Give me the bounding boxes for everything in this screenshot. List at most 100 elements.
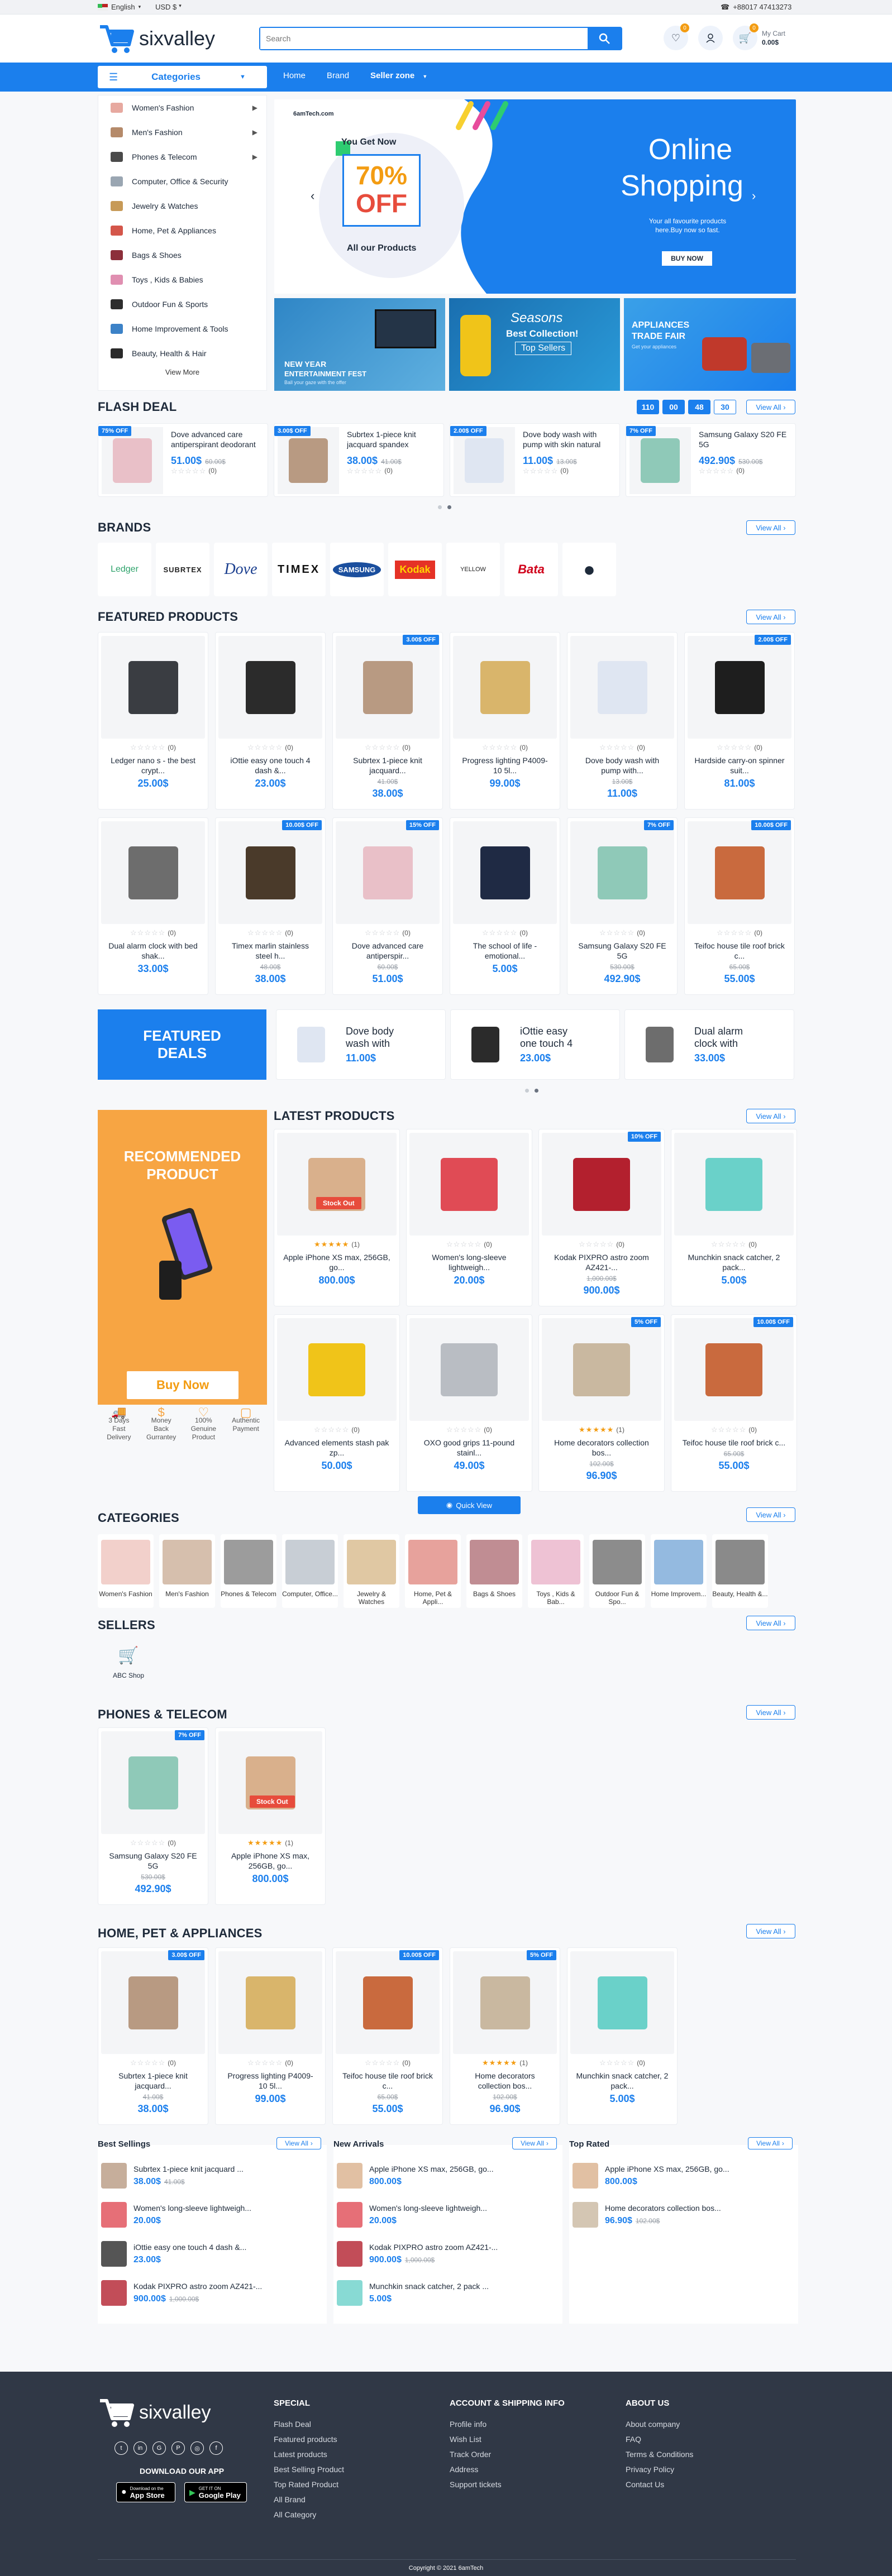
list-item[interactable]: Home decorators collection bos... 96.90$ 1… (569, 2195, 798, 2234)
list-item[interactable]: Apple iPhone XS max, 256GB, go... 800.00$ (333, 2156, 562, 2195)
featured-deal-card[interactable]: Dove body wash with 11.00$ (276, 1009, 446, 1080)
flash-deal-card[interactable]: 7% OFF Samsung Galaxy S20 FE 5G 492.90$ 530… (626, 423, 796, 497)
flash-deal-card[interactable]: 75% OFF Dove advanced care antiperspirant… (98, 423, 268, 497)
product-card[interactable]: 3.00$ OFF ☆☆☆☆☆ (0) Subrtex 1-piece knit ja… (98, 1947, 208, 2125)
footer-link[interactable]: Support tickets (450, 2477, 565, 2492)
brand-logo[interactable]: TIMEX (272, 543, 326, 596)
language-selector[interactable]: English ▾ (98, 3, 141, 11)
sidebar-category-item[interactable]: Jewelry & Watches (98, 194, 266, 218)
product-card[interactable]: 2.00$ OFF ☆☆☆☆☆ (0) Hardside carry-on spinn… (684, 632, 795, 810)
product-name[interactable]: Samsung Galaxy S20 FE 5G (106, 1851, 200, 1871)
product-card[interactable]: ☆☆☆☆☆ (0) iOttie easy one touch 4 dash &..… (215, 632, 326, 810)
list-item[interactable]: Munchkin snack catcher, 2 pack ... 5.00$ (333, 2273, 562, 2312)
product-name[interactable]: Teifoc house tile roof brick c... (679, 1438, 789, 1448)
footer-link[interactable]: Profile info (450, 2417, 565, 2432)
sidebar-category-item[interactable]: Bags & Shoes (98, 243, 266, 267)
product-card[interactable]: 7% OFF ☆☆☆☆☆ (0) Samsung Galaxy S20 FE 5G 53… (567, 817, 678, 995)
product-card[interactable]: 10% OFF ☆☆☆☆☆ (0) Kodak PIXPRO astro zoom A… (538, 1129, 665, 1306)
latest-view-all[interactable]: View All › (746, 1109, 795, 1123)
pinterest-icon[interactable]: P (171, 2441, 185, 2455)
product-card[interactable]: ☆☆☆☆☆ (0) Women's long-sleeve lightweigh..… (406, 1129, 532, 1306)
product-name[interactable]: Progress lighting P4009-10 5l... (458, 755, 552, 775)
product-name[interactable]: Home decorators collection bos... (547, 1438, 656, 1458)
category-tile[interactable]: Beauty, Health &... (712, 1534, 768, 1608)
product-name[interactable]: The school of life - emotional... (458, 941, 552, 961)
cart-button[interactable]: 🛒 0 My Cart 0.00$ (733, 23, 785, 50)
footer-link[interactable]: FAQ (626, 2432, 693, 2447)
brand-logo[interactable]: YELLOW (446, 543, 500, 596)
sidebar-category-item[interactable]: Men's Fashion ▶ (98, 120, 266, 145)
sidebar-category-item[interactable]: Beauty, Health & Hair (98, 341, 266, 366)
app-store-button[interactable]: ● Download on the App Store (116, 2482, 175, 2502)
product-card[interactable]: ☆☆☆☆☆ (0) Dual alarm clock with bed shak..… (98, 817, 208, 995)
list-item[interactable]: iOttie easy one touch 4 dash &... 23.00$ (98, 2234, 327, 2273)
footer-link[interactable]: Featured products (274, 2432, 344, 2447)
product-name[interactable]: Timex marlin stainless steel h... (223, 941, 317, 961)
pagination-dot-active[interactable] (535, 1089, 538, 1093)
banner-appliances[interactable]: APPLIANCES TRADE FAIR Get your appliance… (624, 298, 796, 391)
sidebar-category-item[interactable]: Toys , Kids & Babies (98, 267, 266, 292)
footer-link[interactable]: Terms & Conditions (626, 2447, 693, 2462)
product-card[interactable]: 3.00$ OFF ☆☆☆☆☆ (0) Subrtex 1-piece knit ja… (332, 632, 443, 810)
brand-logo[interactable]: Kodak (388, 543, 442, 596)
footer-link[interactable]: Wish List (450, 2432, 565, 2447)
product-name[interactable]: Munchkin snack catcher, 2 pack... (679, 1252, 789, 1272)
list-item[interactable]: Women's long-sleeve lightweigh... 20.00$ (98, 2195, 327, 2234)
product-name[interactable]: Ledger nano s - the best crypt... (106, 755, 200, 775)
categories-dropdown[interactable]: ☰ Categories ▼ (98, 66, 267, 88)
product-name[interactable]: Kodak PIXPRO astro zoom AZ421-... (547, 1252, 656, 1272)
linkedin-icon[interactable]: in (133, 2441, 147, 2455)
twitter-icon[interactable]: t (115, 2441, 128, 2455)
product-name[interactable]: Apple iPhone XS max, 256GB, go... (282, 1252, 392, 1272)
banner-entertainment[interactable]: NEW YEAR ENTERTAINMENT FEST Ball your ga… (274, 298, 445, 391)
product-name[interactable]: Subrtex 1-piece knit jacquard... (106, 2071, 200, 2091)
product-name[interactable]: Dove body wash with pump with skin natur… (523, 429, 614, 449)
footer-link[interactable]: All Brand (274, 2492, 344, 2507)
brand-logo[interactable]: Bata (504, 543, 558, 596)
product-card[interactable]: 10.00$ OFF ☆☆☆☆☆ (0) Teifoc house tile roof… (684, 817, 795, 995)
product-card[interactable]: ☆☆☆☆☆ (0) Advanced elements stash pak zp..… (274, 1314, 400, 1492)
sidebar-category-item[interactable]: Home, Pet & Appliances (98, 218, 266, 243)
footer-link[interactable]: Best Selling Product (274, 2462, 344, 2477)
product-name[interactable]: Samsung Galaxy S20 FE 5G (575, 941, 669, 961)
home-pet-view-all[interactable]: View All › (746, 1924, 795, 1938)
list-item[interactable]: Subrtex 1-piece knit jacquard ... 38.00$ 4… (98, 2156, 327, 2195)
flash-deal-card[interactable]: 3.00$ OFF Subrtex 1-piece knit jacquard s… (274, 423, 444, 497)
product-name[interactable]: Dual alarm clock with bed shak... (106, 941, 200, 961)
logo[interactable]: sixvalley (98, 22, 215, 55)
product-name[interactable]: iOttie easy one touch 4 dash &... (223, 755, 317, 775)
facebook-icon[interactable]: f (209, 2441, 223, 2455)
product-card[interactable]: ☆☆☆☆☆ (0) Munchkin snack catcher, 2 pack..… (671, 1129, 797, 1306)
list-item[interactable]: Apple iPhone XS max, 256GB, go... 800.00$ (569, 2156, 798, 2195)
banner-seasons[interactable]: Seasons Best Collection! Top Sellers (449, 298, 620, 391)
product-name[interactable]: Apple iPhone XS max, 256GB, go... (223, 1851, 317, 1871)
product-name[interactable]: Hardside carry-on spinner suit... (693, 755, 786, 775)
list-item[interactable]: Kodak PIXPRO astro zoom AZ421-... 900.00$… (333, 2234, 562, 2273)
product-card[interactable]: 5% OFF ★★★★★ (1) Home decorators collection… (450, 1947, 560, 2125)
google-play-button[interactable]: ▶ GET IT ON Google Play (184, 2482, 247, 2502)
category-tile[interactable]: Phones & Telecom (221, 1534, 276, 1608)
nav-brand[interactable]: Brand (327, 71, 349, 80)
footer-link[interactable]: Flash Deal (274, 2417, 344, 2432)
product-card[interactable]: Stock Out ★★★★★ (1) Apple iPhone XS max, 25… (274, 1129, 400, 1306)
brand-logo[interactable]: SUBRTEX (156, 543, 209, 596)
footer-link[interactable]: Privacy Policy (626, 2462, 693, 2477)
product-card[interactable]: ☆☆☆☆☆ (0) The school of life - emotional..… (450, 817, 560, 995)
product-card[interactable]: 7% OFF ☆☆☆☆☆ (0) Samsung Galaxy S20 FE 5G 53… (98, 1727, 208, 1905)
category-tile[interactable]: Men's Fashion (159, 1534, 215, 1608)
brands-view-all[interactable]: View All › (746, 520, 795, 535)
slider-next-icon[interactable]: › (752, 189, 756, 203)
footer-link[interactable]: Track Order (450, 2447, 565, 2462)
quick-view-button[interactable]: ◉ Quick View (418, 1496, 521, 1514)
product-name[interactable]: Samsung Galaxy S20 FE 5G (699, 429, 790, 449)
instagram-icon[interactable]: ◎ (190, 2441, 204, 2455)
sidebar-category-item[interactable]: Phones & Telecom ▶ (98, 145, 266, 169)
footer-link[interactable]: Top Rated Product (274, 2477, 344, 2492)
sidebar-view-more[interactable]: View More (98, 368, 266, 376)
product-card[interactable]: 10.00$ OFF ☆☆☆☆☆ (0) Teifoc house tile roof… (332, 1947, 443, 2125)
product-card[interactable]: 5% OFF ★★★★★ (1) Home decorators collection… (538, 1314, 665, 1492)
account-button[interactable] (698, 26, 723, 50)
search-input[interactable] (260, 28, 584, 49)
brand-logo[interactable]: Ledger (98, 543, 151, 596)
slider-prev-icon[interactable]: ‹ (311, 189, 314, 203)
